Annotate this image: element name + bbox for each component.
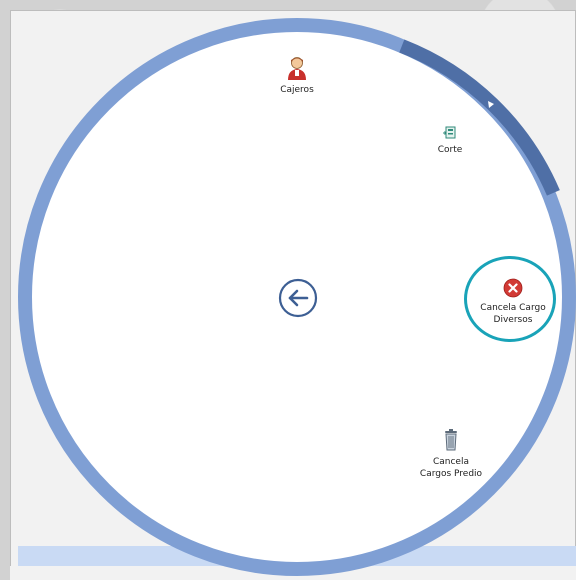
- menu-item-label-line2: Diversos: [493, 315, 533, 325]
- menu-item-label-line2: Cargos Predio: [419, 469, 483, 479]
- menu-item-label: Cajeros: [280, 85, 314, 95]
- menu-item-label: Corte: [437, 145, 463, 155]
- menu-item-cajeros[interactable]: Cajeros: [262, 56, 332, 96]
- back-button[interactable]: [278, 278, 318, 318]
- menu-item-cancela-cargos-predio[interactable]: Cancela Cargos Predio: [415, 428, 487, 480]
- register-cut-icon: [443, 126, 456, 139]
- menu-item-label-line1: Cancela Cargo: [480, 303, 546, 313]
- cashier-person-icon: [288, 57, 306, 80]
- cancel-x-icon: [503, 278, 523, 298]
- trash-can-icon: [445, 429, 457, 451]
- menu-item-corte[interactable]: Corte: [420, 124, 480, 156]
- menu-item-label-line1: Cancela: [432, 457, 469, 467]
- menu-item-cancela-cargo-diversos[interactable]: Cancela Cargo Diversos: [473, 278, 553, 326]
